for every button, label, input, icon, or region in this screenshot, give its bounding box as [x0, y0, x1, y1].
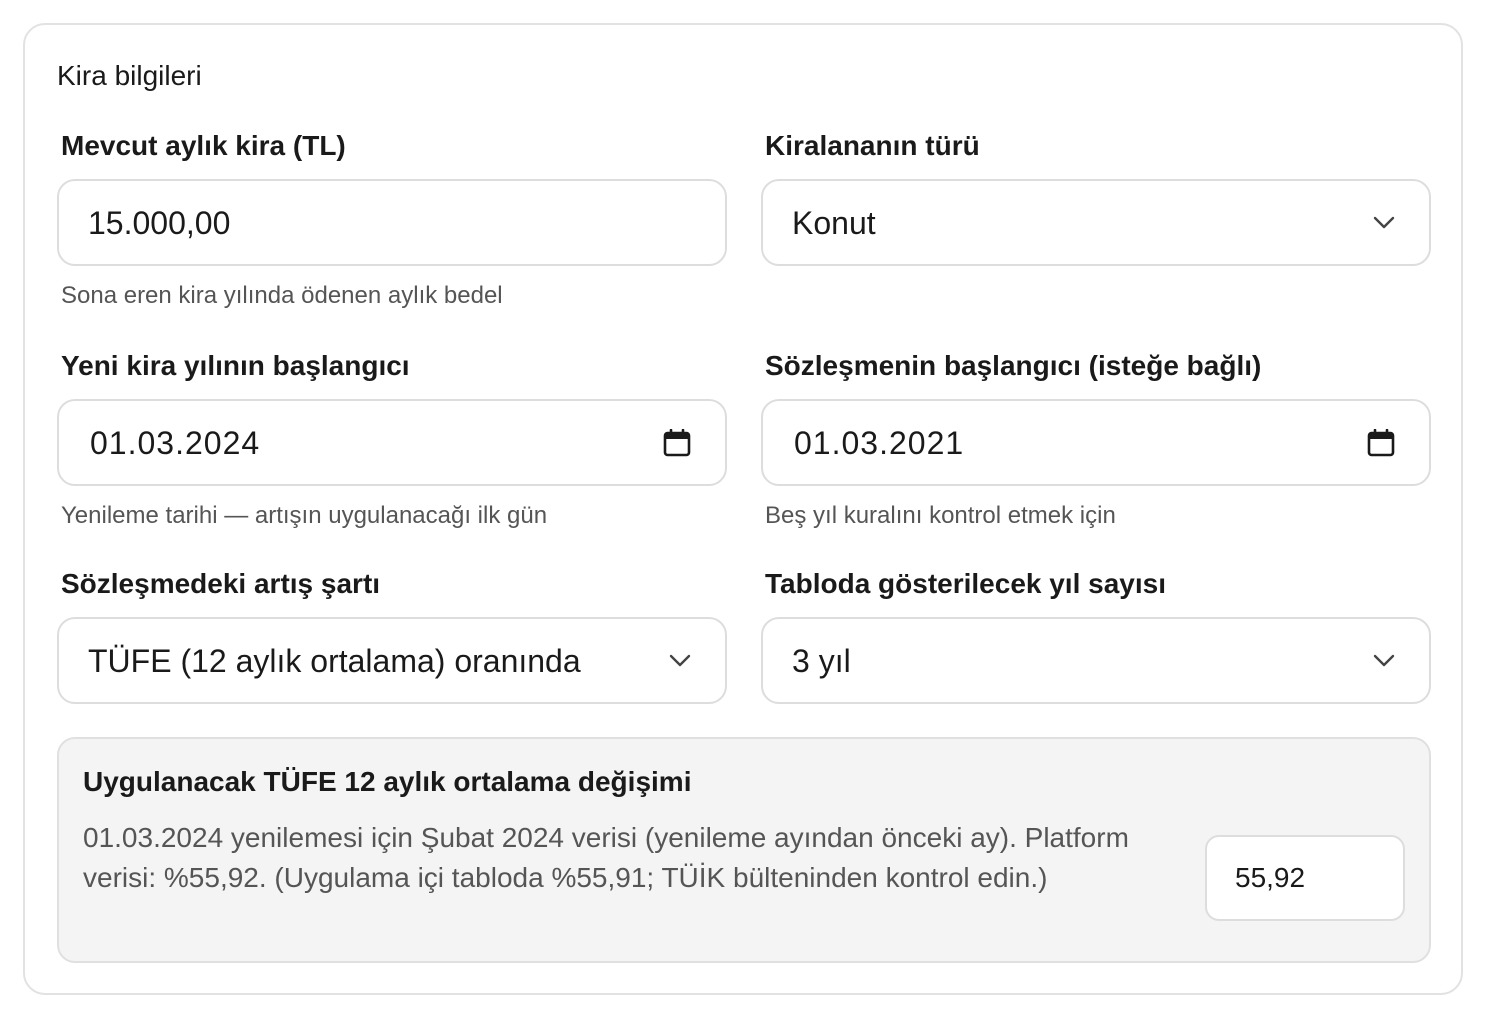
property-type-select[interactable]: Konut: [761, 179, 1431, 266]
contract-start-label: Sözleşmenin başlangıcı (isteğe bağlı): [765, 350, 1262, 381]
calendar-icon[interactable]: [663, 428, 691, 457]
current-rent-input[interactable]: 15.000,00: [57, 179, 727, 266]
increase-term-value: TÜFE (12 aylık ortalama) oranında: [88, 642, 581, 679]
cpi-rate-input[interactable]: 55,92: [1205, 835, 1405, 921]
years-shown-value: 3 yıl: [792, 642, 851, 679]
contract-start-hint: Beş yıl kuralını kontrol etmek için: [765, 502, 1116, 529]
current-rent-label: Mevcut aylık kira (TL): [61, 130, 346, 161]
cpi-info-title: Uygulanacak TÜFE 12 aylık ortalama değiş…: [83, 766, 692, 797]
contract-start-date-input[interactable]: 01.03.2021: [761, 399, 1431, 486]
current-rent-hint: Sona eren kira yılında ödenen aylık bede…: [61, 282, 503, 309]
new-year-start-date-input[interactable]: 01.03.2024: [57, 399, 727, 486]
calendar-icon[interactable]: [1367, 428, 1395, 457]
chevron-down-icon: [669, 654, 691, 666]
increase-term-select[interactable]: TÜFE (12 aylık ortalama) oranında: [57, 617, 727, 704]
contract-start-value: 01.03.2021: [794, 424, 965, 461]
years-shown-select[interactable]: 3 yıl: [761, 617, 1431, 704]
chevron-down-icon: [1373, 654, 1395, 666]
years-shown-label: Tabloda gösterilecek yıl sayısı: [765, 568, 1166, 599]
new-year-start-label: Yeni kira yılının başlangıcı: [61, 350, 410, 381]
new-year-start-hint: Yenileme tarihi — artışın uygulanacağı i…: [61, 502, 548, 529]
cpi-rate-value: 55,92: [1235, 862, 1306, 893]
cpi-info-text: 01.03.2024 yenilemesi için Şubat 2024 ve…: [83, 822, 1129, 893]
chevron-down-icon: [1373, 216, 1395, 228]
section-title: Kira bilgileri: [57, 60, 202, 91]
increase-term-label: Sözleşmedeki artış şartı: [61, 568, 381, 599]
new-year-start-value: 01.03.2024: [90, 424, 261, 461]
current-rent-value: 15.000,00: [88, 204, 231, 241]
property-type-value: Konut: [792, 204, 876, 241]
property-type-label: Kiralananın türü: [765, 130, 980, 161]
